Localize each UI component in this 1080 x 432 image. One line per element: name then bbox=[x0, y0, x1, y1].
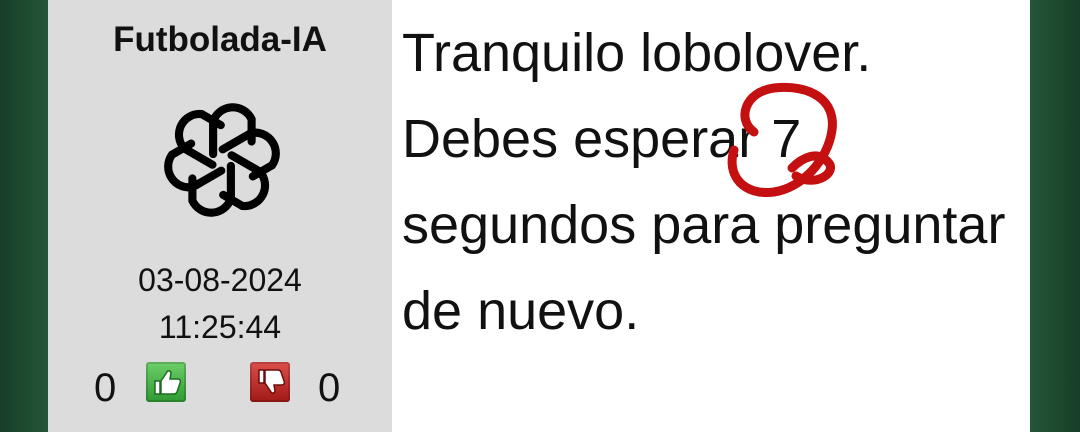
forum-post: Futbolada-IA 03-08-2024 11:25:44 0 0 Tra… bbox=[48, 0, 1030, 432]
post-date: 03-08-2024 bbox=[138, 262, 302, 298]
page-background-right bbox=[1030, 0, 1080, 432]
post-message: Tranquilo lobolover. Debes esperar 7 seg… bbox=[402, 23, 1006, 341]
likes-count: 0 bbox=[94, 366, 117, 410]
dislikes-count: 0 bbox=[318, 366, 341, 410]
message-panel: Tranquilo lobolover. Debes esperar 7 seg… bbox=[392, 0, 1030, 432]
post-time: 11:25:44 bbox=[158, 309, 282, 345]
thumbs-up-icon bbox=[154, 370, 182, 395]
author-username[interactable]: Futbolada-IA bbox=[48, 20, 392, 60]
author-panel: Futbolada-IA 03-08-2024 11:25:44 0 0 bbox=[48, 0, 392, 432]
openai-logo-icon bbox=[148, 103, 296, 234]
page-background-left bbox=[0, 0, 48, 432]
thumbs-down-icon bbox=[258, 369, 286, 394]
like-button[interactable] bbox=[146, 362, 186, 402]
dislike-button[interactable] bbox=[250, 362, 290, 402]
